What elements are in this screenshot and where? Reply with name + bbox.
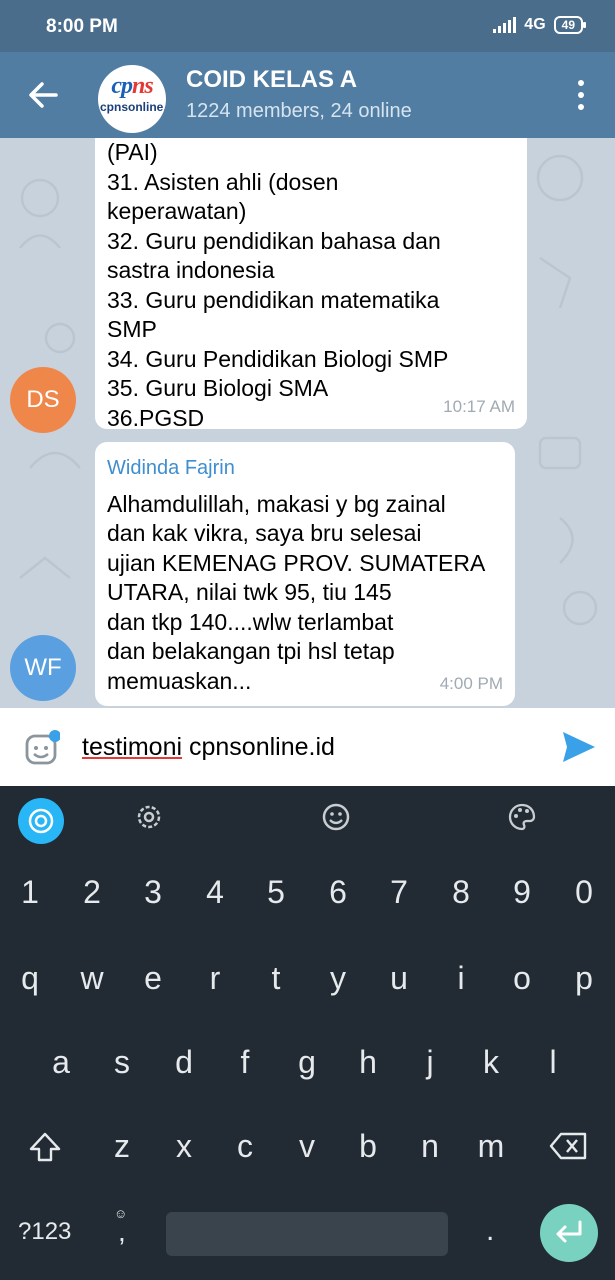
key-r[interactable]: r: [185, 960, 245, 997]
logo-text: cpnsonline.id: [100, 100, 166, 114]
message-text: Alhamdulillah, makasi y bg zainal dan ka…: [107, 490, 486, 694]
key-l[interactable]: l: [523, 1044, 583, 1081]
key-n[interactable]: n: [400, 1128, 460, 1165]
group-member-count: 1224 members, 24 online: [186, 100, 412, 122]
key-h[interactable]: h: [338, 1044, 398, 1081]
network-type: 4G: [524, 16, 546, 33]
symbols-key[interactable]: ?123: [18, 1218, 71, 1246]
key-o[interactable]: o: [492, 960, 552, 997]
sender-avatar[interactable]: WF: [10, 635, 76, 701]
soft-keyboard: 1 2 3 4 5 6 7 8 9 0 q w e r t y u i o p …: [0, 786, 615, 1280]
key-u[interactable]: u: [369, 960, 429, 997]
key-d[interactable]: d: [154, 1044, 214, 1081]
key-s[interactable]: s: [92, 1044, 152, 1081]
chat-area[interactable]: (PAI) 31. Asisten ahli (dosen keperawata…: [0, 138, 615, 708]
message-bubble[interactable]: (PAI) 31. Asisten ahli (dosen keperawata…: [95, 138, 527, 431]
message-bubble[interactable]: Widinda Fajrin Alhamdulillah, makasi y b…: [95, 442, 515, 706]
key-j[interactable]: j: [400, 1044, 460, 1081]
key-8[interactable]: 8: [431, 874, 491, 911]
period-key[interactable]: .: [486, 1214, 494, 1248]
enter-arrow-icon: [556, 1220, 582, 1243]
message-time: 4:00 PM: [439, 673, 503, 693]
theme-palette-icon[interactable]: [507, 802, 537, 832]
backspace-icon[interactable]: [549, 1130, 589, 1162]
key-m[interactable]: m: [461, 1128, 521, 1165]
emoji-icon[interactable]: [321, 802, 351, 832]
input-word-misspelled: testimoni: [82, 733, 183, 761]
key-e[interactable]: e: [123, 960, 183, 997]
key-p[interactable]: p: [554, 960, 614, 997]
key-v[interactable]: v: [277, 1128, 337, 1165]
message-text: (PAI) 31. Asisten ahli (dosen keperawata…: [107, 139, 449, 431]
group-avatar-logo[interactable]: cpns cpnsonline.id: [98, 65, 166, 133]
key-w[interactable]: w: [62, 960, 122, 997]
key-2[interactable]: 2: [62, 874, 122, 911]
status-time: 8:00 PM: [46, 16, 118, 37]
logo-mark: cpns: [111, 73, 153, 99]
settings-gear-icon[interactable]: [134, 802, 164, 832]
key-k[interactable]: k: [461, 1044, 521, 1081]
comma-key[interactable]: ,: [118, 1216, 126, 1248]
key-g[interactable]: g: [277, 1044, 337, 1081]
shift-icon[interactable]: [28, 1130, 62, 1164]
key-6[interactable]: 6: [308, 874, 368, 911]
key-1[interactable]: 1: [0, 874, 60, 911]
send-icon[interactable]: [561, 730, 597, 764]
key-b[interactable]: b: [338, 1128, 398, 1165]
sender-name[interactable]: Widinda Fajrin: [107, 454, 503, 484]
key-z[interactable]: z: [92, 1128, 152, 1165]
chat-header: cpns cpnsonline.id COID KELAS A 1224 mem…: [0, 52, 615, 138]
enter-key[interactable]: [540, 1204, 598, 1262]
key-t[interactable]: t: [246, 960, 306, 997]
key-3[interactable]: 3: [123, 874, 183, 911]
key-0[interactable]: 0: [554, 874, 614, 911]
key-5[interactable]: 5: [246, 874, 306, 911]
sticker-emoji-icon[interactable]: [24, 730, 60, 766]
key-c[interactable]: c: [215, 1128, 275, 1165]
more-options-icon[interactable]: [577, 80, 585, 110]
keyboard-toolbar: [0, 786, 615, 850]
key-i[interactable]: i: [431, 960, 491, 997]
battery-icon: 49: [553, 16, 587, 34]
group-title[interactable]: COID KELAS A: [186, 66, 357, 94]
message-time: 10:17 AM: [443, 396, 515, 416]
status-bar: 8:00 PM 4G 49: [0, 0, 615, 52]
key-q[interactable]: q: [0, 960, 60, 997]
space-bar[interactable]: [166, 1212, 448, 1256]
key-4[interactable]: 4: [185, 874, 245, 911]
key-7[interactable]: 7: [369, 874, 429, 911]
key-f[interactable]: f: [215, 1044, 275, 1081]
signal-icon: [493, 17, 517, 33]
message-input-field[interactable]: testimoni cpnsonline.id: [82, 733, 335, 762]
sender-avatar[interactable]: DS: [10, 367, 76, 433]
assistant-icon[interactable]: [18, 798, 64, 844]
message-input-bar: testimoni cpnsonline.id: [0, 708, 615, 786]
key-9[interactable]: 9: [492, 874, 552, 911]
key-x[interactable]: x: [154, 1128, 214, 1165]
battery-level: 49: [561, 18, 575, 32]
back-arrow-icon[interactable]: [26, 78, 60, 112]
key-y[interactable]: y: [308, 960, 368, 997]
input-word: cpnsonline.id: [182, 733, 335, 761]
key-a[interactable]: a: [31, 1044, 91, 1081]
